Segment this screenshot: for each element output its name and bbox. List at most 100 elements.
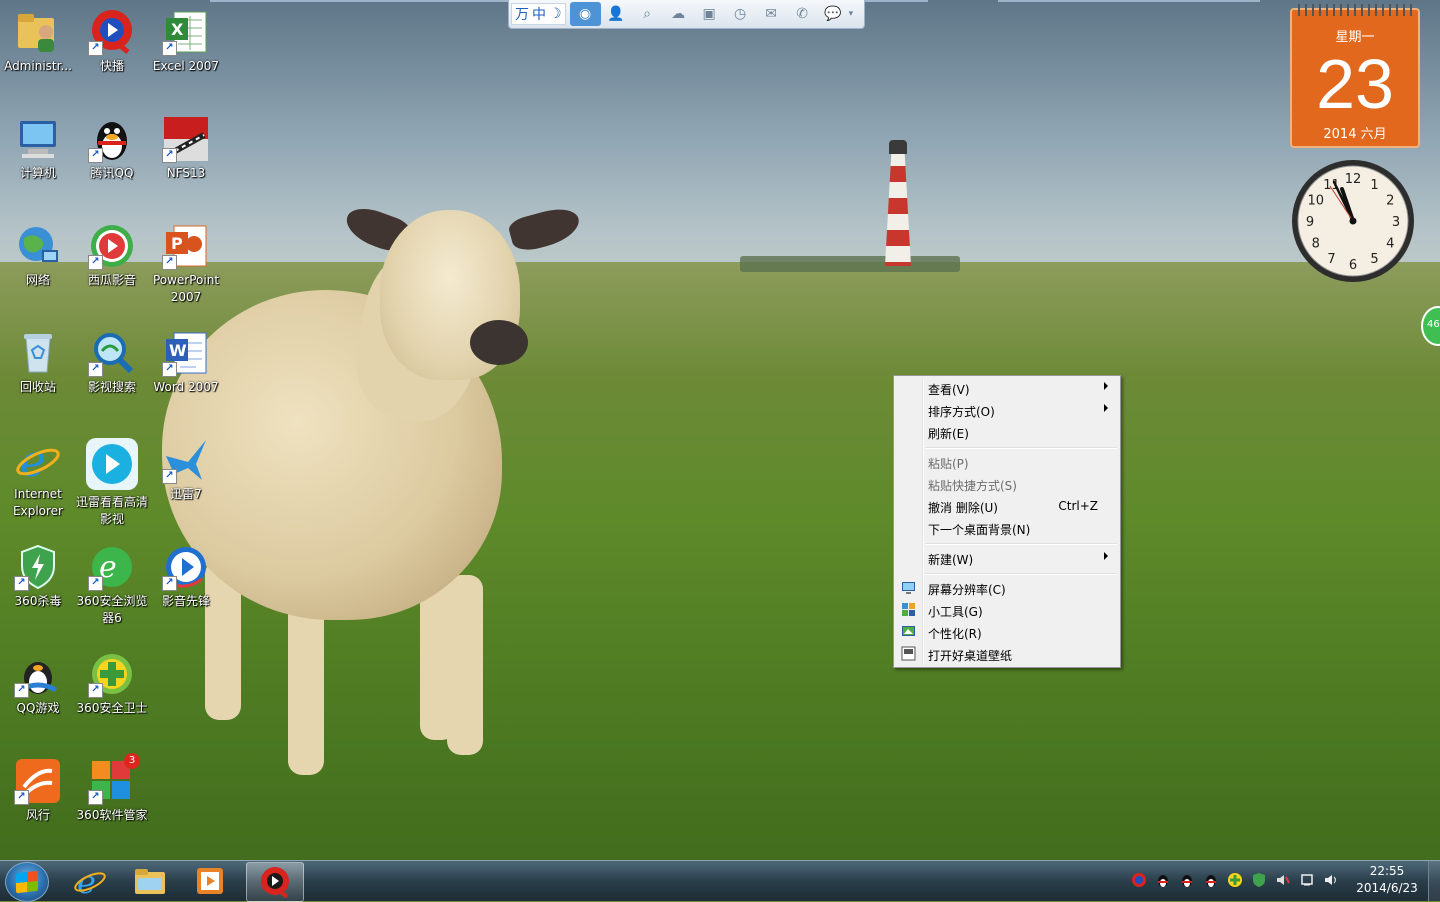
- desktop-icon-powerpoint-2007[interactable]: P ↗ PowerPoint 2007: [148, 222, 224, 306]
- search-button[interactable]: ⌕: [632, 2, 663, 26]
- photo-button[interactable]: ▣: [694, 2, 725, 26]
- desktop-icon-tencent-qq[interactable]: ↗ 腾讯QQ: [74, 115, 150, 182]
- menu-item-screen-resolution[interactable]: 屏幕分辨率(C): [896, 577, 1118, 599]
- icon-label: 影音先锋: [161, 594, 210, 608]
- shortcut-arrow-icon: ↗: [88, 148, 103, 163]
- clock-numeral: 9: [1306, 215, 1314, 230]
- clock-numeral: 1: [1370, 178, 1378, 193]
- mail-button[interactable]: ✉: [756, 2, 787, 26]
- svg-text:P: P: [171, 234, 183, 253]
- desktop-icon-recycle-bin[interactable]: 回收站: [0, 329, 76, 396]
- taskbar-app-explorer[interactable]: [122, 862, 178, 900]
- menu-item-label: 个性化(R): [928, 627, 982, 641]
- desktop-icon-qq-game[interactable]: ↗ QQ游戏: [0, 650, 76, 717]
- icon-label: 西瓜影音: [87, 273, 136, 287]
- taskbar-app-ie[interactable]: e: [62, 862, 118, 900]
- icon-label: 快播: [99, 59, 124, 73]
- xfplay-icon: ↗: [162, 543, 210, 591]
- toolbar-dropdown-icon[interactable]: ▾: [849, 9, 857, 19]
- desktop-icon-xfplay[interactable]: ↗ 影音先锋: [148, 543, 224, 610]
- desktop-icon-360-software-manager[interactable]: ↗ 3 360软件管家: [74, 753, 150, 824]
- desktop-icon-360-antivirus[interactable]: ↗ 360杀毒: [0, 543, 76, 610]
- phone-button[interactable]: ✆: [787, 2, 818, 26]
- desktop-icon-administrator[interactable]: Administr...: [0, 8, 76, 75]
- contacts-button[interactable]: 👤: [601, 2, 632, 26]
- tray-360-safe-icon[interactable]: [1226, 871, 1244, 889]
- calendar-weekday: 星期一: [1335, 30, 1375, 45]
- clock-gadget[interactable]: 12 1 2 3 4 5 6 7 8 9 10 11: [1290, 158, 1416, 284]
- chat-button[interactable]: 💬: [818, 2, 849, 26]
- menu-item-view[interactable]: 查看(V): [896, 377, 1118, 399]
- qq-main-button[interactable]: ◉: [569, 2, 601, 26]
- tray-speaker-icon[interactable]: [1322, 871, 1340, 889]
- menu-item-open-wallpaper[interactable]: 打开好桌道壁纸: [896, 643, 1118, 665]
- shortcut-arrow-icon: ↗: [88, 790, 103, 805]
- icon-label: Word 2007: [153, 380, 219, 394]
- menu-item-sort-by[interactable]: 排序方式(O): [896, 399, 1118, 421]
- clock-icon: ◷: [733, 6, 747, 22]
- search-icon: ⌕: [643, 6, 651, 22]
- desktop-context-menu: 查看(V) 排序方式(O) 刷新(E) 粘贴(P) 粘贴快捷方式(S) 撤消 删…: [893, 375, 1121, 668]
- chat-icon: 💬: [824, 6, 842, 22]
- desktop-icon-xunlei-7[interactable]: ↗ 迅雷7: [148, 436, 224, 503]
- tray-action-center-icon[interactable]: [1298, 871, 1316, 889]
- desktop-icon-funshion[interactable]: ↗ 风行: [0, 757, 76, 824]
- calendar-year-month: 2014 六月: [1323, 127, 1387, 142]
- show-desktop-button[interactable]: [1428, 861, 1440, 901]
- desktop-icon-nfs13[interactable]: ↗ NFS13: [148, 115, 224, 182]
- cloud-icon: ☁: [671, 6, 686, 22]
- tray-qvod-icon[interactable]: [1130, 871, 1148, 889]
- menu-item-next-background[interactable]: 下一个桌面背景(N): [896, 517, 1118, 539]
- menu-item-new[interactable]: 新建(W): [896, 547, 1118, 569]
- tray-qq-icon[interactable]: [1178, 871, 1196, 889]
- desktop-icon-internet-explorer[interactable]: e Internet Explorer: [0, 436, 76, 520]
- nfs-game-icon: ↗: [162, 115, 210, 163]
- xunlei-kankan-icon: [84, 436, 140, 492]
- sheep-leg: [447, 575, 483, 755]
- menu-item-paste[interactable]: 粘贴(P): [896, 451, 1118, 473]
- submenu-arrow-icon: [1104, 404, 1108, 412]
- menu-item-personalize[interactable]: 个性化(R): [896, 621, 1118, 643]
- taskbar-clock[interactable]: 22:55 2014/6/23: [1350, 863, 1424, 897]
- icon-label: 网络: [25, 273, 50, 287]
- desktop-icon-network[interactable]: 网络: [0, 222, 76, 289]
- user-folder-icon: [14, 8, 62, 56]
- recycle-bin-icon: [14, 329, 62, 377]
- desktop-icon-360-browser[interactable]: e ↗ 360安全浏览器6: [74, 543, 150, 627]
- menu-item-paste-shortcut[interactable]: 粘贴快捷方式(S): [896, 473, 1118, 495]
- shortcut-arrow-icon: ↗: [162, 362, 177, 377]
- ime-indicator[interactable]: 万 中 ☽: [511, 3, 566, 25]
- desktop-icon-xigua-player[interactable]: ↗ 西瓜影音: [74, 222, 150, 289]
- notification-badge: 3: [124, 753, 140, 769]
- taskbar-app-qvod[interactable]: [246, 862, 304, 902]
- menu-item-undo-delete[interactable]: 撤消 删除(U) Ctrl+Z: [896, 495, 1118, 517]
- tray-360-antivirus-icon[interactable]: [1250, 871, 1268, 889]
- icon-label: 迅雷7: [170, 487, 202, 501]
- start-button[interactable]: [5, 862, 49, 902]
- calendar-gadget[interactable]: 星期一 23 2014 六月: [1290, 4, 1420, 148]
- icon-label: 360安全浏览器6: [76, 594, 148, 625]
- desktop-icon-xunlei-kankan[interactable]: 迅雷看看高清影视: [74, 436, 150, 528]
- tray-volume-icon[interactable]: [1274, 871, 1292, 889]
- desktop-icon-computer[interactable]: 计算机: [0, 115, 76, 182]
- desktop-icon-video-search[interactable]: ↗ 影视搜索: [74, 329, 150, 396]
- xunlei-bird-icon: ↗: [162, 436, 210, 484]
- shortcut-arrow-icon: ↗: [162, 41, 177, 56]
- desktop-icon-excel-2007[interactable]: X ↗ Excel 2007: [148, 8, 224, 75]
- menu-item-label: 排序方式(O): [928, 405, 995, 419]
- excel-icon: X ↗: [162, 8, 210, 56]
- menu-item-refresh[interactable]: 刷新(E): [896, 421, 1118, 443]
- tray-qq-icon[interactable]: [1154, 871, 1172, 889]
- desktop-icon-360-safe[interactable]: ↗ 360安全卫士: [74, 650, 150, 717]
- calendar-day: 23: [1316, 45, 1394, 123]
- desktop-icon-qvod[interactable]: ↗ 快播: [74, 8, 150, 75]
- desktop-icon-word-2007[interactable]: W ↗ Word 2007: [148, 329, 224, 396]
- taskbar-app-media-player[interactable]: [182, 862, 238, 900]
- cloud-button[interactable]: ☁: [663, 2, 694, 26]
- tray-qq-icon[interactable]: [1202, 871, 1220, 889]
- clock-numeral: 3: [1392, 215, 1400, 230]
- history-button[interactable]: ◷: [725, 2, 756, 26]
- menu-item-label: 粘贴(P): [928, 457, 969, 471]
- menu-item-gadgets[interactable]: 小工具(G): [896, 599, 1118, 621]
- 360-safe-icon: ↗: [88, 650, 136, 698]
